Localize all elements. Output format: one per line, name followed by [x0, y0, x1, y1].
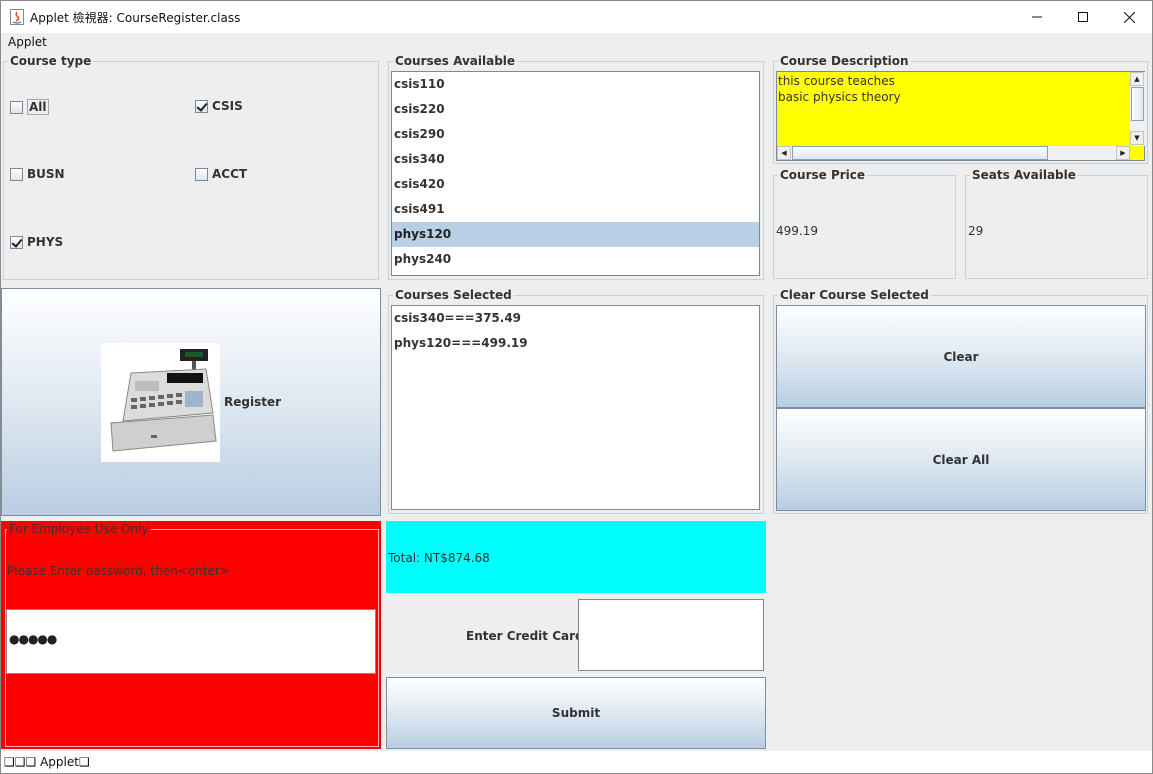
description-line: basic physics theory [778, 90, 901, 104]
credit-card-input[interactable] [578, 599, 764, 671]
scroll-left-button[interactable]: ◀ [777, 146, 791, 160]
list-item[interactable]: csis290 [392, 122, 759, 147]
course-description-title: Course Description [778, 54, 911, 68]
scroll-up-button[interactable]: ▲ [1130, 72, 1144, 86]
courses-available-title: Courses Available [393, 54, 518, 68]
description-line: this course teaches [778, 74, 895, 88]
list-item[interactable]: csis220 [392, 97, 759, 122]
title-bar: Applet 檢視器: CourseRegister.class [1, 1, 1152, 33]
submit-label: Submit [551, 706, 601, 720]
clear-all-label: Clear All [932, 452, 990, 467]
courses-selected-list[interactable]: csis340===375.49 phys120===499.19 [391, 305, 760, 510]
minimize-icon [1032, 16, 1042, 18]
vertical-scrollbar[interactable]: ▲ ▼ [1130, 72, 1145, 146]
list-item-selected[interactable]: phys120 [392, 222, 759, 247]
java-icon [10, 9, 24, 25]
cash-register-icon [100, 342, 220, 462]
checkbox-phys-label: PHYS [27, 235, 64, 249]
checkbox-phys-box[interactable] [10, 235, 23, 249]
list-item[interactable]: csis491 [392, 197, 759, 222]
course-price-panel: Course Price 499.19 [773, 168, 956, 279]
applet-viewer-window: Applet 檢視器: CourseRegister.class Applet … [0, 0, 1153, 774]
list-item[interactable]: phys120===499.19 [392, 331, 759, 356]
clear-course-title: Clear Course Selected [778, 288, 931, 302]
courses-available-panel: Courses Available csis110 csis220 csis29… [388, 54, 764, 280]
vertical-scroll-thumb[interactable] [1131, 87, 1144, 121]
checkbox-csis[interactable]: CSIS [195, 99, 243, 113]
menu-bar: Applet [1, 33, 1152, 51]
password-field[interactable]: ●●●●● [6, 609, 376, 674]
maximize-icon [1078, 12, 1088, 22]
employee-panel: For Employee Use Only Please Enter passw… [1, 521, 381, 749]
window-title: Applet 檢視器: CourseRegister.class [30, 11, 241, 25]
scroll-right-button[interactable]: ▶ [1116, 146, 1130, 160]
minimize-button[interactable] [1014, 1, 1060, 33]
total-panel: Total: NT$874.68 [386, 521, 766, 593]
checkbox-busn[interactable]: BUSN [10, 167, 65, 181]
courses-selected-title: Courses Selected [393, 288, 514, 302]
checkbox-busn-label: BUSN [27, 167, 65, 181]
checkbox-acct[interactable]: ACCT [195, 167, 247, 181]
checkbox-all-label: All [27, 99, 49, 115]
horizontal-scrollbar[interactable]: ◀ ▶ [777, 146, 1130, 160]
courses-selected-panel: Courses Selected csis340===375.49 phys12… [388, 288, 764, 514]
maximize-button[interactable] [1060, 1, 1106, 33]
total-text: Total: NT$874.68 [388, 551, 490, 565]
seats-available-panel: Seats Available 29 [965, 168, 1148, 279]
horizontal-scroll-thumb[interactable] [792, 146, 1048, 160]
course-type-panel: Course type All CSIS BUSN ACCT PHYS [3, 54, 379, 280]
course-description-text: this course teaches basic physics theory [778, 73, 901, 105]
checkbox-all-box[interactable] [10, 100, 23, 114]
arrow-right-icon: ▶ [1120, 149, 1126, 157]
employee-title: For Employee Use Only [7, 522, 151, 536]
password-value: ●●●●● [9, 632, 57, 646]
checkbox-csis-label: CSIS [212, 99, 243, 113]
courses-available-list[interactable]: csis110 csis220 csis290 csis340 csis420 … [391, 71, 760, 276]
course-type-title: Course type [8, 54, 94, 68]
menu-applet[interactable]: Applet [8, 35, 47, 49]
clear-label: Clear [943, 349, 979, 364]
applet-content: Course type All CSIS BUSN ACCT PHYS Cour… [1, 51, 1152, 751]
course-price-title: Course Price [778, 168, 868, 182]
clear-button[interactable]: Clear [776, 305, 1146, 408]
arrow-down-icon: ▼ [1134, 134, 1140, 142]
checkbox-acct-label: ACCT [212, 167, 248, 181]
checkbox-busn-box[interactable] [10, 167, 23, 181]
status-text: ❑❑❑ Applet❑ [4, 755, 90, 769]
register-label: Register [223, 395, 282, 409]
employee-prompt: Please Enter password, then<enter> [7, 564, 230, 578]
arrow-left-icon: ◀ [781, 149, 787, 157]
status-bar: ❑❑❑ Applet❑ [1, 751, 1152, 773]
checkbox-csis-box[interactable] [195, 99, 208, 113]
clear-course-panel: Clear Course Selected Clear Clear All [773, 288, 1148, 514]
checkbox-all[interactable]: All [10, 99, 49, 115]
list-item[interactable]: phys240 [392, 247, 759, 272]
list-item[interactable]: csis110 [392, 72, 759, 97]
arrow-up-icon: ▲ [1134, 75, 1140, 83]
list-item[interactable]: csis340===375.49 [392, 306, 759, 331]
checkbox-phys[interactable]: PHYS [10, 235, 63, 249]
seats-available-title: Seats Available [970, 168, 1078, 182]
seats-available-value: 29 [968, 224, 984, 238]
course-description-textarea[interactable]: this course teaches basic physics theory… [776, 71, 1145, 161]
close-icon [1123, 11, 1135, 23]
clear-all-button[interactable]: Clear All [776, 408, 1146, 511]
submit-button[interactable]: Submit [386, 677, 766, 749]
checkbox-acct-box[interactable] [195, 167, 208, 181]
scroll-down-button[interactable]: ▼ [1130, 131, 1144, 145]
list-item[interactable]: csis420 [392, 172, 759, 197]
register-button[interactable]: Register [1, 288, 381, 516]
list-item[interactable]: csis340 [392, 147, 759, 172]
close-button[interactable] [1106, 1, 1152, 33]
course-description-panel: Course Description this course teaches b… [773, 54, 1148, 164]
course-price-value: 499.19 [776, 224, 818, 238]
